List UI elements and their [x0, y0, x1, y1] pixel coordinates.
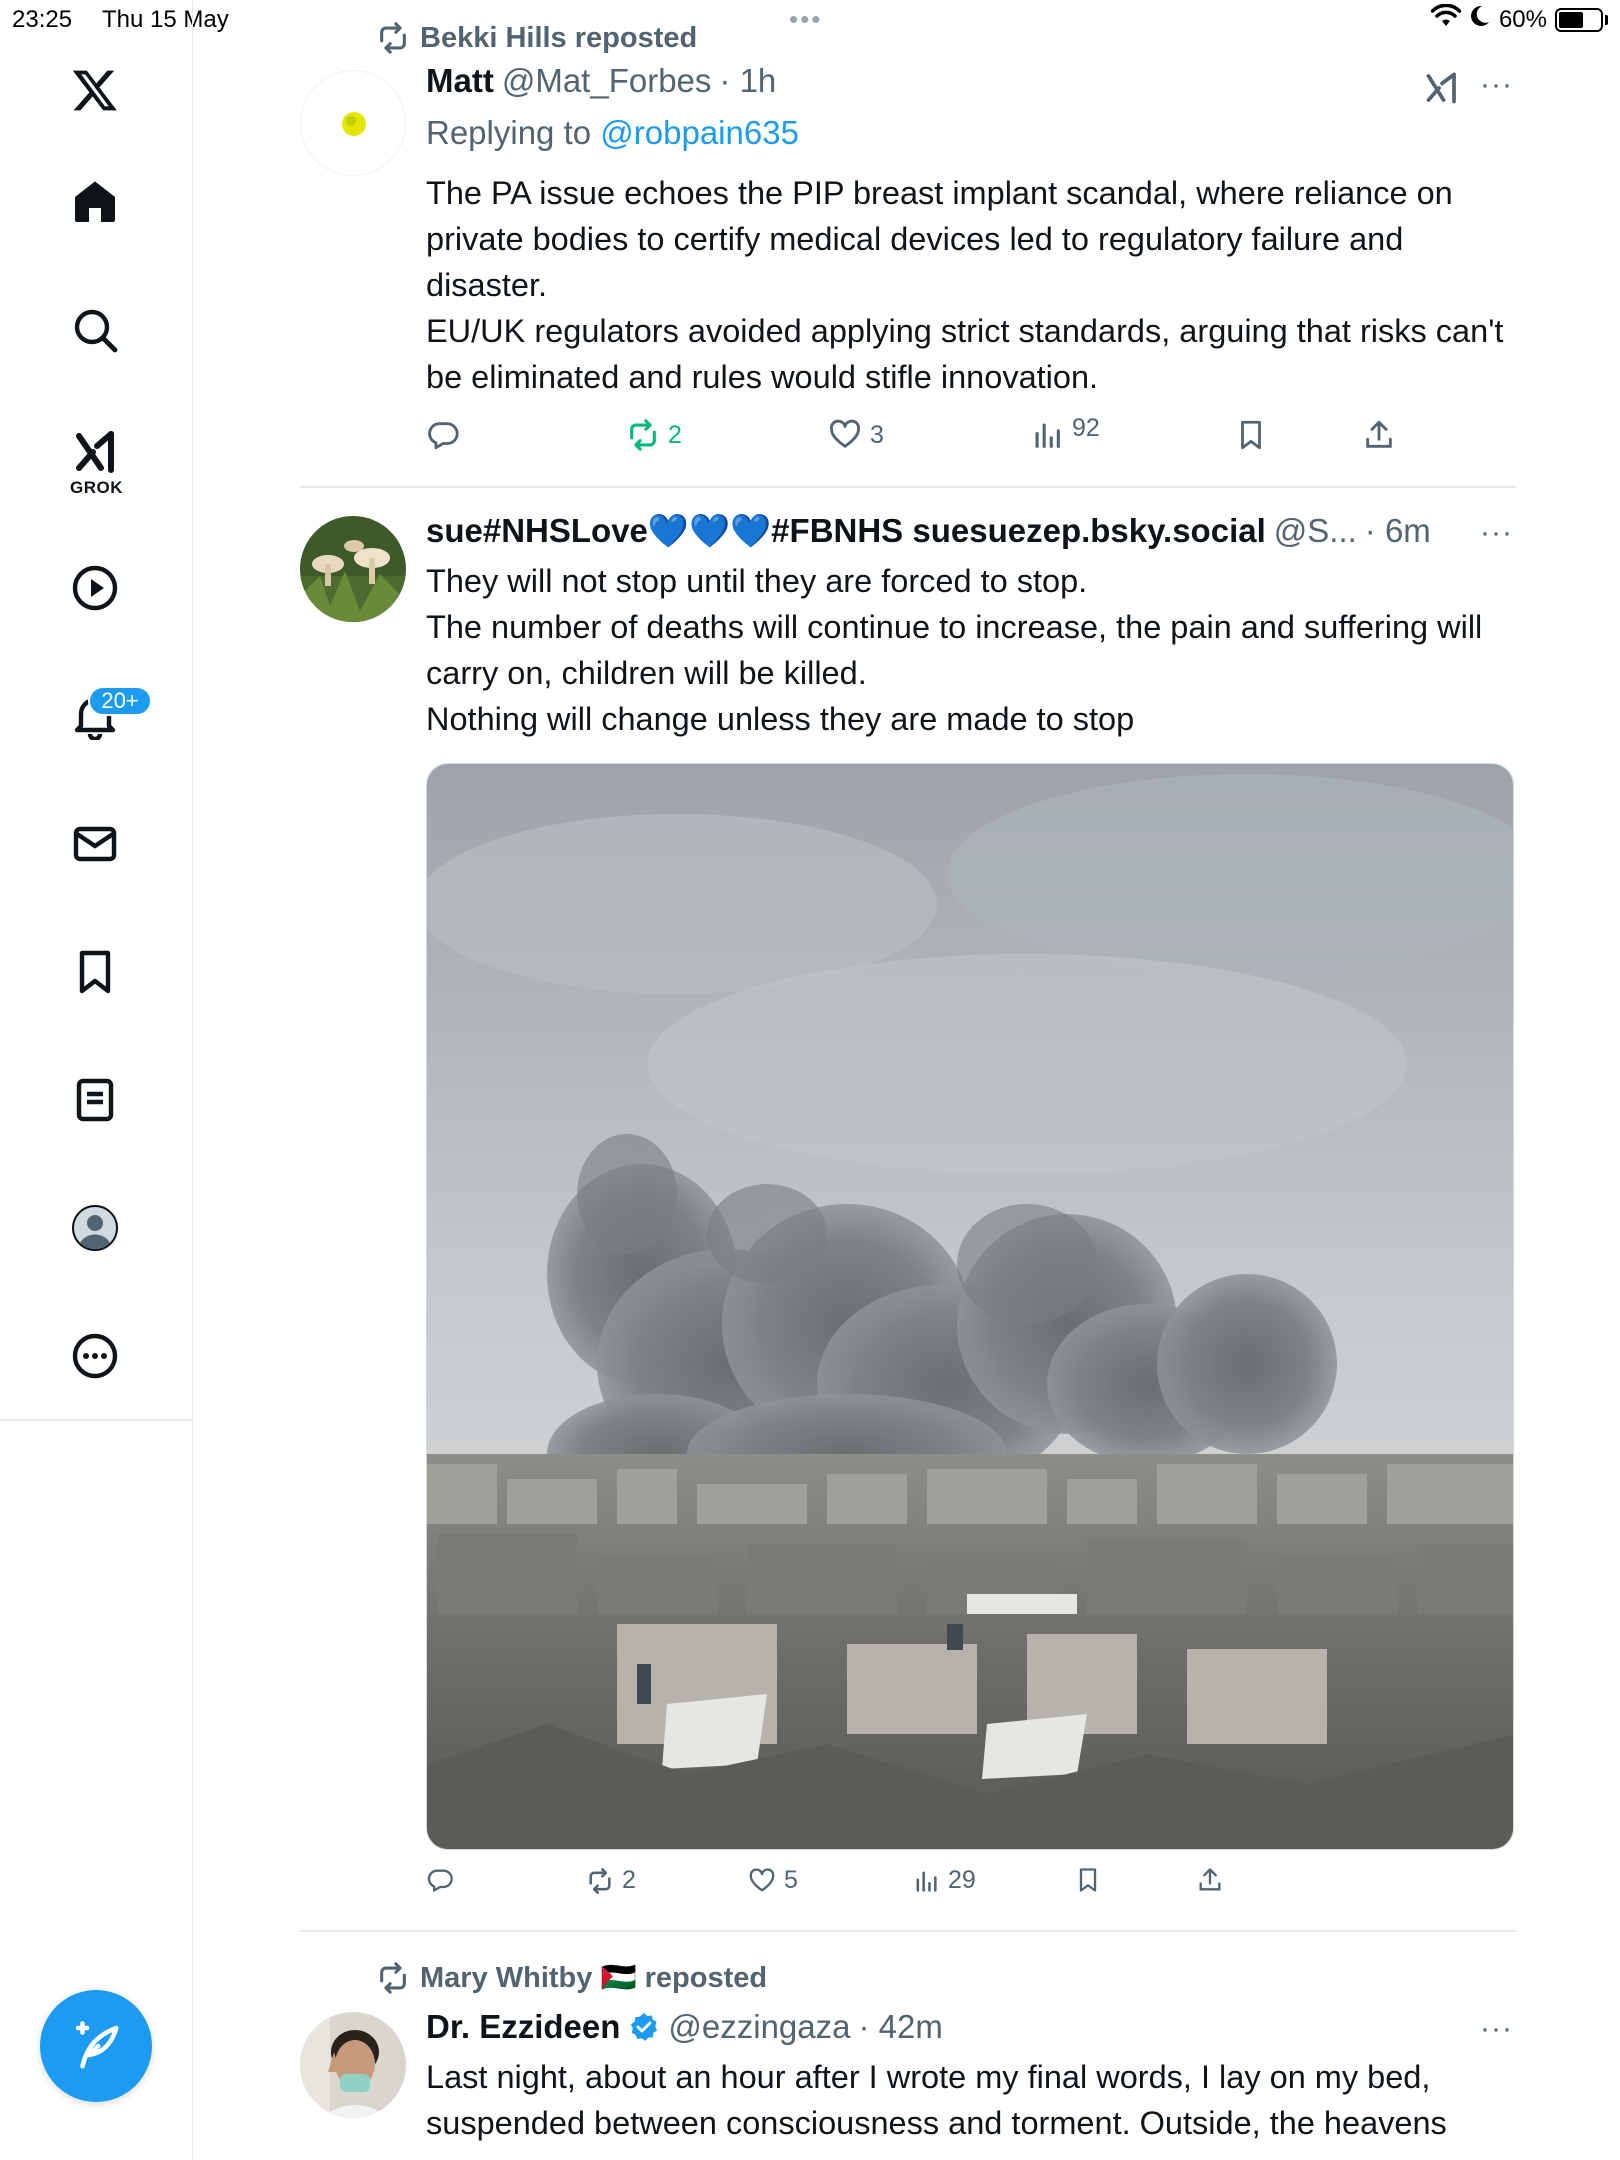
like-count: 3: [870, 420, 884, 449]
video-icon[interactable]: [55, 548, 135, 628]
compose-icon: [75, 2021, 119, 2069]
views-count: 92: [1072, 413, 1100, 442]
repost-indicator[interactable]: Mary Whitby 🇵🇸 reposted: [376, 1958, 767, 1998]
views-icon: [916, 1871, 937, 1892]
tweet-paragraph: EU/UK regulators avoided applying strict…: [426, 313, 1504, 395]
repost-icon: [380, 1962, 406, 1994]
avatar[interactable]: [300, 516, 406, 622]
tweet-time[interactable]: · 6m: [1365, 512, 1431, 550]
bookmark-icon: [1241, 420, 1261, 450]
tweet-text: The PA issue echoes the PIP breast impla…: [426, 170, 1516, 400]
reply-handle-link[interactable]: @robpain635: [600, 114, 799, 151]
reply-button[interactable]: [426, 418, 460, 452]
compose-button[interactable]: [40, 1990, 152, 2102]
author-handle[interactable]: @ezzingaza: [668, 2008, 850, 2046]
tweet-paragraph: Last night, about an hour after I wrote …: [426, 2059, 1447, 2141]
views-button[interactable]: 29: [912, 1866, 976, 1895]
tweet-paragraph: The number of deaths will continue to in…: [426, 609, 1483, 691]
home-icon[interactable]: [55, 162, 135, 242]
messages-icon[interactable]: [55, 804, 135, 884]
heart-icon: [830, 419, 860, 448]
share-icon: [1199, 1868, 1221, 1891]
views-icon: [1035, 423, 1060, 448]
author-handle[interactable]: @Mat_Forbes: [502, 62, 712, 100]
heart-icon: [749, 1867, 775, 1891]
tweet-paragraph: The PA issue echoes the PIP breast impla…: [426, 175, 1453, 303]
share-button[interactable]: [1362, 418, 1396, 452]
bookmark-icon: [1079, 1868, 1097, 1892]
more-options-icon[interactable]: ···: [1480, 2012, 1513, 2046]
x-logo-icon[interactable]: [55, 50, 135, 130]
repost-indicator[interactable]: Bekki Hills reposted: [376, 18, 697, 58]
bookmark-button[interactable]: [1074, 1866, 1102, 1894]
reply-icon: [427, 1869, 453, 1892]
author-name[interactable]: sue#NHSLove💙💙💙#FBNHS suesuezep.bsky.soci…: [426, 512, 1266, 551]
tweet-header: sue#NHSLove💙💙💙#FBNHS suesuezep.bsky.soci…: [426, 512, 1431, 551]
tweet-header: Matt @Mat_Forbes · 1h: [426, 62, 776, 100]
tweet-divider: [300, 1930, 1516, 1932]
replying-to-label: Replying to: [426, 114, 592, 151]
repost-icon: [380, 22, 406, 54]
search-icon[interactable]: [55, 290, 135, 370]
avatar[interactable]: [300, 2012, 406, 2118]
tweet-text: Last night, about an hour after I wrote …: [426, 2054, 1516, 2146]
share-icon: [1366, 420, 1392, 448]
repost-icon: [589, 1867, 611, 1894]
tweet-text: They will not stop until they are forced…: [426, 558, 1516, 742]
share-button[interactable]: [1196, 1866, 1224, 1894]
avatar[interactable]: [300, 70, 406, 176]
views-count: 29: [948, 1866, 976, 1894]
reply-icon: [428, 422, 459, 450]
repost-label: Bekki Hills reposted: [420, 21, 698, 54]
tweet-header: Dr. Ezzideen @ezzingaza · 42m: [426, 2008, 943, 2046]
author-handle[interactable]: @S...: [1274, 512, 1357, 550]
verified-badge-icon: [628, 2008, 660, 2046]
like-button[interactable]: 5: [748, 1866, 798, 1895]
bookmarks-icon[interactable]: [55, 932, 135, 1012]
repost-button[interactable]: 2: [586, 1866, 636, 1895]
wifi-icon: [1430, 3, 1462, 35]
more-icon[interactable]: [55, 1316, 135, 1396]
battery-percentage: 60%: [1498, 5, 1547, 33]
more-options-icon[interactable]: ···: [1480, 516, 1513, 550]
repost-count: 2: [668, 420, 682, 449]
tweet-paragraph: Nothing will change unless they are made…: [426, 701, 1135, 737]
repost-label: Mary Whitby 🇵🇸 reposted: [420, 1962, 768, 1994]
multitasking-dots-icon[interactable]: •••: [789, 4, 822, 35]
lists-icon[interactable]: [55, 1060, 135, 1140]
repost-icon: [630, 419, 656, 451]
status-bar: 23:25 Thu 15 May ••• 60%: [0, 0, 1620, 40]
bookmark-button[interactable]: [1234, 418, 1268, 452]
tweet-paragraph: They will not stop until they are forced…: [426, 563, 1088, 599]
more-options-icon[interactable]: ···: [1480, 68, 1513, 102]
profile-icon[interactable]: [55, 1188, 135, 1268]
battery-icon: [1555, 7, 1603, 32]
author-name[interactable]: Dr. Ezzideen: [426, 2008, 620, 2046]
notifications-badge: 20+: [88, 686, 152, 716]
tweet-time[interactable]: · 1h: [719, 62, 776, 100]
tweet-divider: [300, 486, 1516, 488]
grok-label: GROK: [70, 478, 123, 497]
repost-count: 2: [622, 1866, 636, 1894]
views-button[interactable]: 92: [1030, 414, 1100, 452]
tweet-media-image[interactable]: [426, 763, 1514, 1850]
grok-explain-icon[interactable]: [1424, 70, 1460, 111]
repost-button[interactable]: 2: [626, 418, 682, 452]
author-name[interactable]: Matt: [426, 62, 494, 100]
sidebar: GROK 20+: [0, 0, 193, 2160]
sidebar-divider: [0, 1419, 193, 1421]
replying-to: Replying to @robpain635: [426, 114, 799, 152]
like-count: 5: [784, 1866, 798, 1894]
status-indicators: 60%: [1430, 3, 1608, 35]
tweet-time[interactable]: · 42m: [859, 2008, 943, 2046]
do-not-disturb-moon-icon: [1469, 4, 1491, 35]
like-button[interactable]: 3: [828, 418, 884, 452]
reply-button[interactable]: [426, 1866, 454, 1894]
